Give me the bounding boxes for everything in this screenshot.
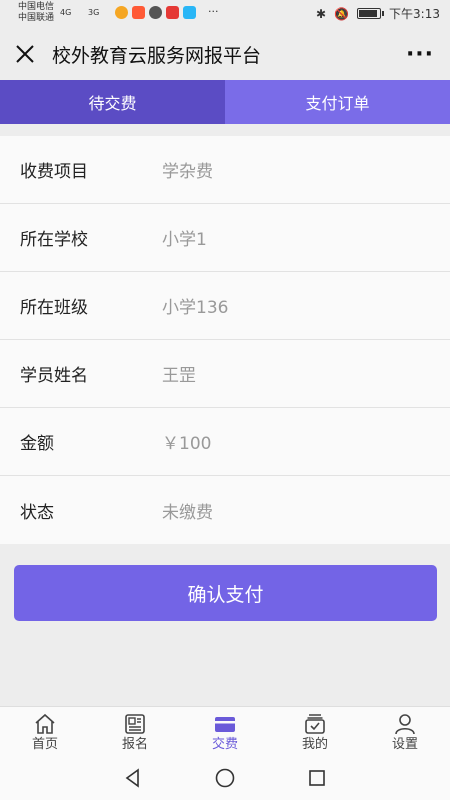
carrier-info: 中国电信 中国联通 — [18, 2, 54, 24]
row-value: 小学1 — [162, 230, 207, 250]
close-button[interactable] — [0, 28, 50, 80]
mute-icon: 🔕 — [334, 6, 350, 21]
carrier-2: 中国联通 — [18, 13, 55, 23]
nav-signup[interactable]: 报名 — [90, 707, 180, 756]
nav-home[interactable]: 首页 — [0, 707, 90, 756]
nav-settings[interactable]: 设置 — [360, 707, 450, 756]
home-icon — [35, 713, 55, 734]
system-nav-bar — [0, 756, 450, 800]
detail-row: 所在班级 小学136 — [0, 272, 450, 340]
title-bar: 校外教育云服务网报平台 ··· — [0, 28, 450, 80]
signal-4g: 4G — [60, 8, 72, 17]
payment-card-icon — [215, 717, 235, 732]
more-menu-button[interactable]: ··· — [390, 28, 450, 80]
detail-row: 学员姓名 王罡 — [0, 340, 450, 408]
status-right: ✱ 🔕 下午3:13 — [316, 5, 440, 22]
detail-row: 状态 未缴费 — [0, 476, 450, 544]
battery-icon — [357, 8, 385, 19]
home-circle-icon[interactable] — [214, 767, 236, 789]
row-label: 所在班级 — [20, 298, 88, 318]
app-notification-icon — [132, 6, 145, 19]
app-notification-icon — [115, 6, 128, 19]
signup-icon — [125, 714, 145, 734]
nav-label: 报名 — [121, 737, 148, 752]
row-value: 王罡 — [162, 366, 196, 386]
user-settings-icon — [395, 714, 415, 735]
tab-payment-orders[interactable]: 支付订单 — [225, 80, 450, 124]
nav-label: 我的 — [301, 737, 328, 752]
nav-payment[interactable]: 交费 — [180, 707, 270, 756]
bluetooth-icon: ✱ — [316, 6, 327, 21]
app-notification-icon — [149, 6, 162, 19]
row-label: 金额 — [20, 434, 54, 454]
carrier-1: 中国电信 — [18, 2, 55, 12]
row-label: 状态 — [20, 502, 54, 523]
app-notification-icon — [166, 6, 179, 19]
row-value: 学杂费 — [162, 162, 213, 182]
close-icon — [16, 45, 34, 63]
my-inbox-icon — [305, 714, 325, 734]
back-icon[interactable] — [122, 767, 144, 789]
row-value: ￥100 — [162, 434, 212, 454]
row-label: 收费项目 — [20, 162, 88, 182]
detail-row: 收费项目 学杂费 — [0, 136, 450, 204]
bottom-nav: 首页 报名 交费 我的 设置 — [0, 706, 450, 756]
recent-apps-icon[interactable] — [306, 767, 328, 789]
row-value: 小学136 — [162, 298, 229, 318]
signal-3g: 3G — [88, 8, 100, 17]
confirm-payment-button[interactable]: 确认支付 — [14, 565, 437, 621]
detail-row: 所在学校 小学1 — [0, 204, 450, 272]
payment-details: 收费项目 学杂费 所在学校 小学1 所在班级 小学136 学员姓名 王罡 金额 … — [0, 136, 450, 544]
notification-icons — [115, 6, 196, 19]
row-label: 所在学校 — [20, 230, 88, 250]
row-value: 未缴费 — [162, 502, 213, 523]
tab-bar: 待交费 支付订单 — [0, 80, 450, 124]
row-label: 学员姓名 — [20, 366, 88, 386]
nav-mine[interactable]: 我的 — [270, 707, 360, 756]
tab-pending-payment[interactable]: 待交费 — [0, 80, 225, 124]
nav-label: 设置 — [391, 737, 418, 752]
clock: 下午3:13 — [389, 7, 440, 21]
more-notifications: ··· — [208, 5, 219, 18]
status-bar: 中国电信 中国联通 4G 3G ··· ✱ 🔕 下午3:13 — [0, 0, 450, 28]
nav-label: 交费 — [211, 737, 238, 752]
nav-label: 首页 — [31, 737, 58, 752]
detail-row: 金额 ￥100 — [0, 408, 450, 476]
app-notification-icon — [183, 6, 196, 19]
page-title: 校外教育云服务网报平台 — [52, 44, 262, 67]
